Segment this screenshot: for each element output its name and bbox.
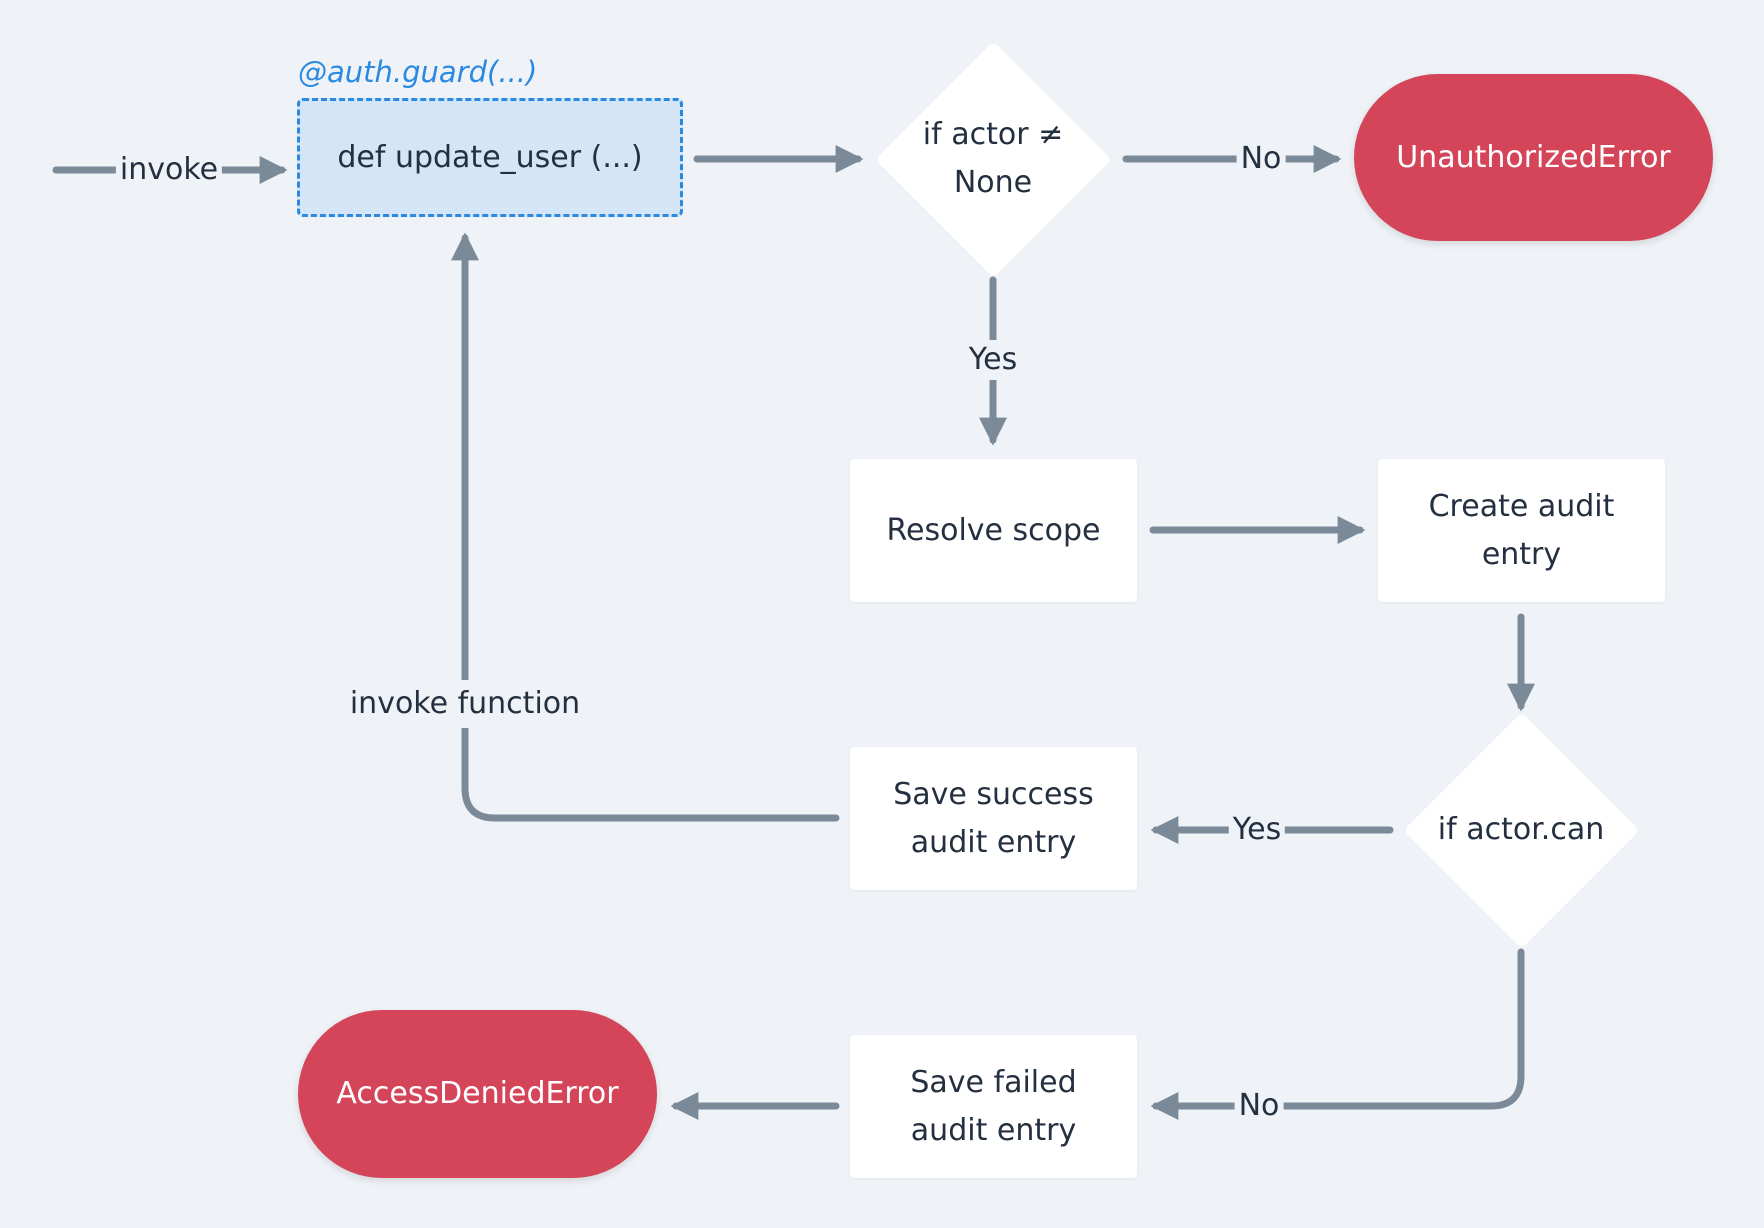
check-can-label: if actor.can	[1437, 812, 1605, 847]
resolve-scope-label: Resolve scope	[886, 512, 1101, 548]
edge-label-no-can: No	[1234, 1086, 1284, 1126]
function-label: def update_user (...)	[337, 139, 643, 175]
edge-label-yes-can: Yes	[1228, 810, 1286, 850]
check-actor-node: if actor ≠ None	[893, 109, 1093, 209]
save-success-label: Save success audit entry	[893, 776, 1094, 860]
edge-label-invoke: invoke	[115, 150, 223, 190]
access-denied-label: AccessDeniedError	[336, 1076, 619, 1111]
check-can-node: if actor.can	[1421, 800, 1621, 860]
check-actor-label: if actor ≠ None	[922, 117, 1064, 200]
create-audit-label: Create audit entry	[1428, 488, 1615, 572]
save-failed-label: Save failed audit entry	[910, 1064, 1077, 1148]
edge-label-invoke-function: invoke function	[345, 680, 585, 728]
unauthorized-error-node[interactable]: UnauthorizedError	[1354, 74, 1713, 241]
save-failed-node[interactable]: Save failed audit entry	[850, 1035, 1137, 1178]
function-node[interactable]: def update_user (...)	[297, 98, 683, 217]
edge-no-save-failed	[1150, 948, 1525, 1120]
save-success-node[interactable]: Save success audit entry	[850, 747, 1137, 890]
decorator-label: @auth.guard(...)	[298, 55, 538, 89]
create-audit-node[interactable]: Create audit entry	[1378, 459, 1665, 602]
edge-success-to-function	[451, 232, 840, 822]
access-denied-error-node[interactable]: AccessDeniedError	[298, 1010, 657, 1178]
unauthorized-label: UnauthorizedError	[1396, 139, 1671, 175]
edge-label-no: No	[1236, 139, 1286, 179]
resolve-scope-node[interactable]: Resolve scope	[850, 459, 1137, 602]
edge-label-yes: Yes	[964, 340, 1022, 380]
